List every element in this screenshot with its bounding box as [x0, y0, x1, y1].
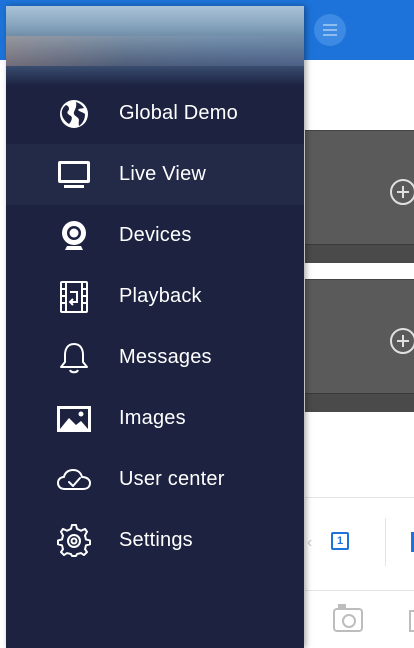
menu-item-label: Live View: [119, 163, 207, 185]
cloud-check-icon: [54, 463, 94, 497]
gear-icon: [54, 524, 94, 558]
image-icon: [54, 402, 94, 436]
globe-icon: [54, 97, 94, 131]
menu-item-label: Global Demo: [119, 102, 238, 124]
live-view-toolbar: ‹ 1: [305, 497, 414, 648]
menu-item-label: Devices: [119, 224, 192, 246]
film-playback-icon: [54, 280, 94, 314]
camera-tile-bar: [305, 244, 414, 263]
monitor-icon: [54, 158, 94, 192]
menu-item-playback[interactable]: Playback: [6, 266, 304, 327]
menu-item-label: User center: [119, 468, 225, 490]
snapshot-icon[interactable]: [333, 604, 363, 632]
add-camera-icon[interactable]: [390, 328, 414, 354]
camera-tile-bar: [305, 393, 414, 412]
camera-tile-1[interactable]: [305, 130, 414, 263]
menu-item-global-demo[interactable]: Global Demo: [6, 83, 304, 144]
menu-item-label: Playback: [119, 285, 202, 307]
menu-item-messages[interactable]: Messages: [6, 327, 304, 388]
menu-item-label: Messages: [119, 346, 212, 368]
menu-toggle-button[interactable]: [314, 14, 346, 46]
menu-item-user-center[interactable]: User center: [6, 449, 304, 510]
camera-tile-2[interactable]: [305, 279, 414, 412]
toolbar-divider: [385, 518, 386, 566]
menu-item-label: Images: [119, 407, 186, 429]
menu-item-label: Settings: [119, 529, 193, 551]
navigation-drawer: Global Demo Live View Devices Playback M…: [6, 6, 304, 648]
menu-item-images[interactable]: Images: [6, 388, 304, 449]
app-screen: ‹ 1 Global Demo Live View Devices Playba…: [0, 0, 414, 648]
record-icon[interactable]: [409, 610, 414, 632]
menu-item-live-view[interactable]: Live View: [6, 144, 304, 205]
bell-icon: [54, 341, 94, 375]
menu-item-settings[interactable]: Settings: [6, 510, 304, 571]
chevron-left-icon[interactable]: ‹: [307, 534, 312, 552]
webcam-icon: [54, 219, 94, 253]
toolbar-divider: [305, 590, 414, 591]
drawer-header-banner: [6, 6, 304, 86]
split-screen-button[interactable]: 1: [331, 532, 349, 550]
menu-item-devices[interactable]: Devices: [6, 205, 304, 266]
add-camera-icon[interactable]: [390, 179, 414, 205]
